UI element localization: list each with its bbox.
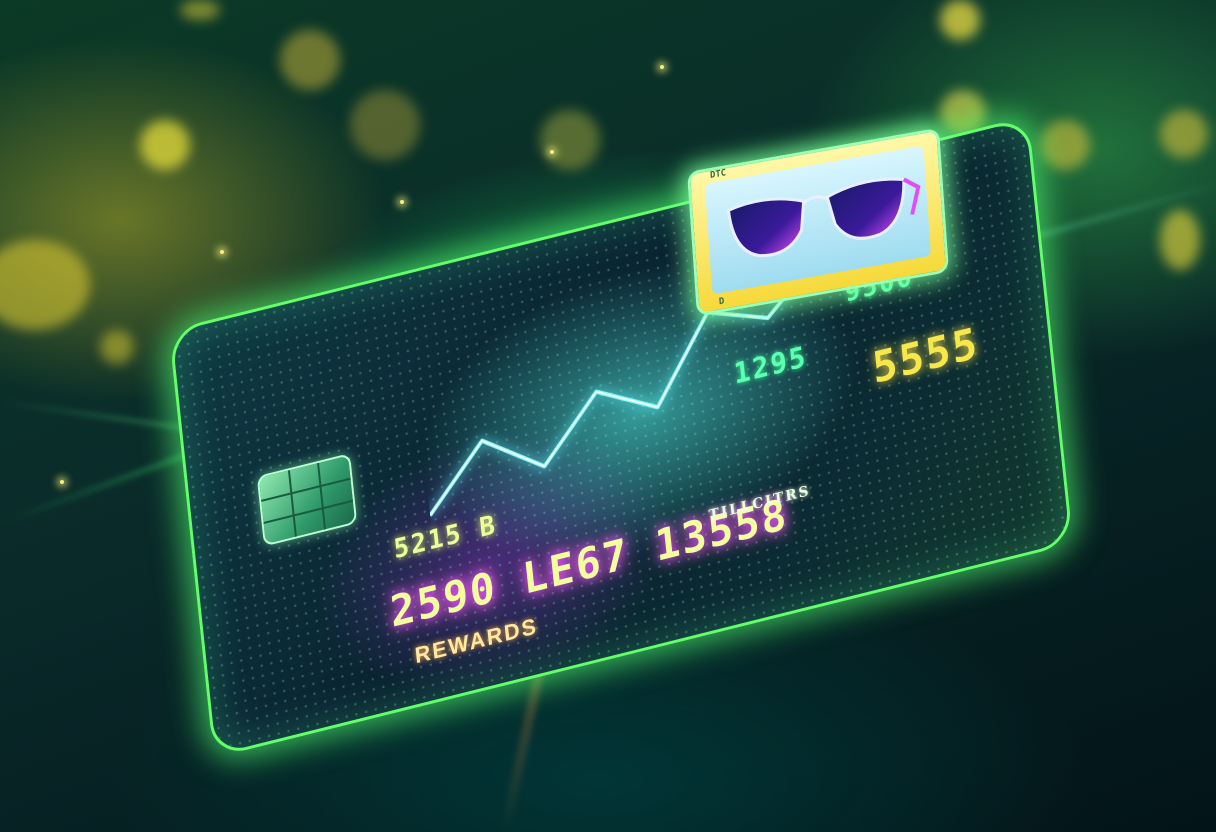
bokeh-light [350,90,420,160]
sparkle [60,480,64,484]
sparkle [660,65,664,69]
bokeh-light [0,240,90,330]
bokeh-light [1040,120,1090,170]
bokeh-light [280,30,340,90]
sunglasses-icon [726,177,921,258]
bokeh-light [1160,110,1208,158]
tag-label-top: DTC [709,168,727,182]
bokeh-light [940,0,980,40]
bokeh-light [180,0,220,20]
bokeh-light [140,120,190,170]
bokeh-light [100,330,134,364]
sparkle [400,200,404,204]
bokeh-light [540,110,600,170]
sparkle [220,250,224,254]
product-tag-window [704,145,932,295]
scene: 5215 B 2590 LE67 13558 TILLCITRS REWARDS… [0,0,1216,832]
tag-label-bottom: D [718,296,725,308]
sparkle [550,150,554,154]
bokeh-light [1160,210,1200,270]
